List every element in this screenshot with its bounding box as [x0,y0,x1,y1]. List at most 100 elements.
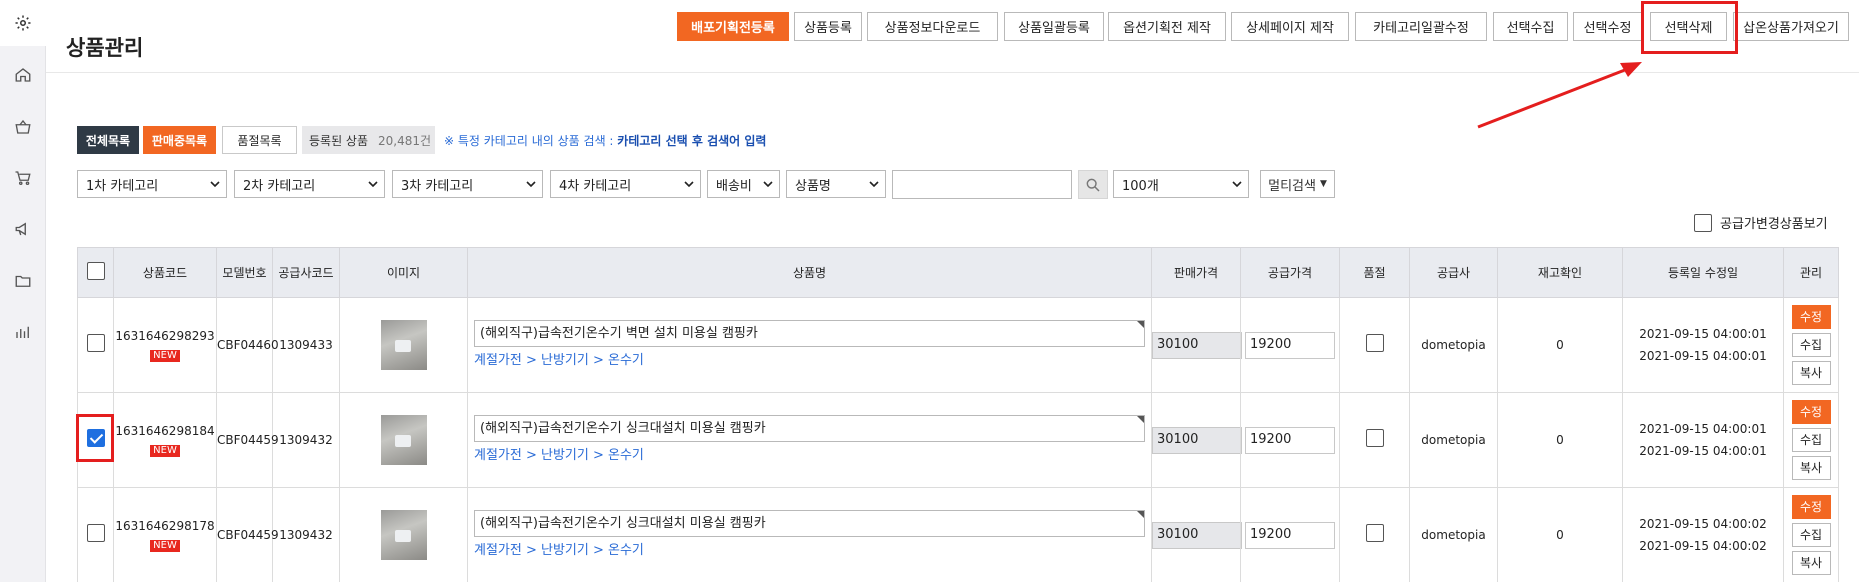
tab-on-sale-list[interactable]: 판매중목록 [143,126,216,154]
hint-prefix: ※ 특정 카테고리 내의 상품 검색 : [444,134,618,148]
shipping-fee-select[interactable]: 배송비 [707,170,780,198]
product-name-field[interactable]: (해외직구)급속전기온수기 싱크대설치 미용실 캠핑카 [474,415,1145,442]
category-path-link[interactable]: 계절가전 > 난방기기 > 온수기 [474,447,1145,465]
search-field-select[interactable]: 상품명 [786,170,886,198]
selected-edit-button[interactable]: 선택수정 [1573,12,1642,41]
chevron-down-icon [684,181,694,188]
header-sale-price: 판매가격 [1151,247,1241,298]
supply-price-cell: 19200 [1240,487,1340,582]
category-4-select[interactable]: 4차 카테고리 [550,170,701,198]
collect-button[interactable]: 수집 [1791,523,1831,547]
sidebar-item-basket[interactable] [12,116,34,138]
megaphone-icon [15,222,26,236]
copy-button[interactable]: 복사 [1791,456,1831,480]
product-code-cell: 1631646298178 NEW [113,487,217,582]
name-cell: (해외직구)급속전기온수기 싱크대설치 미용실 캠핑카 계절가전 > 난방기기 … [467,392,1152,488]
annotation-highlight-checkbox [76,414,114,462]
collect-button[interactable]: 수집 [1791,333,1831,357]
supplier-name: dometopia [1409,297,1498,393]
row-checkbox[interactable] [86,523,105,542]
category-2-value: 2차 카테고리 [243,178,316,194]
product-thumbnail[interactable] [380,510,427,560]
supply-change-filter[interactable]: 공급가변경상품보기 [1694,213,1828,232]
sidebar [0,0,46,582]
registered-date: 2021-09-15 04:00:01 [1639,422,1767,436]
category-1-select[interactable]: 1차 카테고리 [77,170,227,198]
sidebar-item-marketing[interactable] [12,218,34,240]
sold-out-checkbox[interactable] [1365,523,1384,542]
row-checkbox[interactable] [86,333,105,352]
category-bulk-edit-button[interactable]: 카테고리일괄수정 [1355,12,1487,41]
option-promo-create-button[interactable]: 옵션기획전 제작 [1108,12,1226,41]
header-manage: 관리 [1783,247,1839,298]
header-stock: 재고확인 [1497,247,1623,298]
copy-button[interactable]: 복사 [1791,361,1831,385]
product-thumbnail[interactable] [380,415,427,465]
sold-out-checkbox[interactable] [1365,333,1384,352]
sidebar-item-folder[interactable] [12,270,34,292]
supply-price-field[interactable]: 19200 [1245,331,1335,359]
search-button[interactable] [1078,170,1108,199]
select-all-checkbox[interactable] [86,261,105,280]
bar-chart-icon [16,326,29,338]
product-thumbnail[interactable] [380,320,427,370]
sold-out-cell [1339,392,1410,488]
sidebar-item-cart[interactable] [12,167,34,189]
name-cell: (해외직구)급속전기온수기 벽면 설치 미용실 캠핑카 계절가전 > 난방기기 … [467,297,1152,393]
supply-change-label: 공급가변경상품보기 [1720,217,1828,232]
chevron-down-icon [869,181,879,188]
product-register-button[interactable]: 상품등록 [794,12,862,41]
sidebar-item-stats[interactable] [12,321,34,343]
registered-label: 등록된 상품 [309,133,369,148]
stock-value: 0 [1497,487,1623,582]
tab-all-list[interactable]: 전체목록 [77,126,139,154]
selected-collect-button[interactable]: 선택수집 [1493,12,1568,41]
sidebar-item-settings[interactable] [0,0,46,46]
supplier-code: 1309432 [272,487,340,582]
sold-out-checkbox[interactable] [1365,428,1384,447]
folder-icon [15,275,31,287]
image-cell [339,392,468,488]
copy-button[interactable]: 복사 [1791,551,1831,575]
collect-button[interactable]: 수집 [1791,428,1831,452]
chevron-down-icon [368,181,378,188]
manage-cell: 수정 수집 복사 [1783,392,1839,488]
bulk-register-button[interactable]: 상품일괄등록 [1004,12,1104,41]
annotation-arrow [1477,62,1642,129]
page-size-select[interactable]: 100개 [1113,170,1249,198]
registered-count: 등록된 상품 20,481건 [302,126,435,154]
category-3-select[interactable]: 3차 카테고리 [392,170,543,198]
import-products-button[interactable]: 삽온상품가져오기 [1733,12,1849,41]
edit-button[interactable]: 수정 [1791,305,1831,329]
edit-button[interactable]: 수정 [1791,400,1831,424]
annotation-highlight-delete [1641,1,1738,54]
edit-button[interactable]: 수정 [1791,495,1831,519]
header-supply-price: 공급가격 [1240,247,1340,298]
category-path-link[interactable]: 계절가전 > 난방기기 > 온수기 [474,542,1145,560]
search-input[interactable] [892,170,1072,199]
registered-date: 2021-09-15 04:00:02 [1639,517,1767,531]
detail-page-create-button[interactable]: 상세페이지 제작 [1231,12,1349,41]
header-select-all [77,247,114,298]
supply-price-field[interactable]: 19200 [1245,426,1335,454]
supplier-name: dometopia [1409,392,1498,488]
supply-change-checkbox[interactable] [1694,213,1712,232]
chevron-down-icon [210,181,220,188]
distribution-promo-register-button[interactable]: 배포기획전등록 [677,12,789,41]
tab-sold-out-list[interactable]: 품절목록 [222,126,297,154]
supply-price-field[interactable]: 19200 [1245,521,1335,549]
category-2-select[interactable]: 2차 카테고리 [234,170,385,198]
manage-cell: 수정 수집 복사 [1783,487,1839,582]
multi-search-button[interactable]: 멀티검색 ▼ [1260,170,1335,198]
product-name-field[interactable]: (해외직구)급속전기온수기 벽면 설치 미용실 캠핑카 [474,320,1145,347]
sale-price-cell: 30100 [1151,392,1242,488]
product-info-download-button[interactable]: 상품정보다운로드 [867,12,998,41]
category-1-value: 1차 카테고리 [86,178,159,194]
category-path-link[interactable]: 계절가전 > 난방기기 > 온수기 [474,352,1145,370]
row-select-cell [77,487,114,582]
sidebar-item-home[interactable] [12,64,34,86]
product-name-field[interactable]: (해외직구)급속전기온수기 싱크대설치 미용실 캠핑카 [474,510,1145,537]
chevron-down-icon [1232,181,1242,188]
header-supplier-code: 공급사코드 [272,247,340,298]
hint-emphasis: 카테고리 선택 후 검색어 입력 [617,134,767,148]
